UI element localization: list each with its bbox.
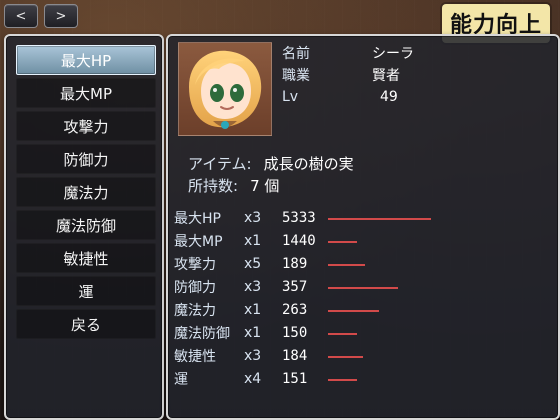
item-summary: アイテム: 成長の樹の実 所持数: 7 個: [188, 152, 538, 196]
stat-bar-fill: [328, 217, 432, 220]
stat-value: 189: [282, 255, 308, 272]
stat-value: 263: [282, 301, 308, 318]
command-label: 攻撃力: [63, 117, 109, 136]
stat-value: 357: [282, 278, 308, 295]
owned-line: 所持数: 7 個: [188, 174, 538, 196]
stat-row-magic-defense: 魔法防御 x1 150: [174, 321, 554, 344]
stat-name: 攻撃力: [174, 256, 216, 273]
stat-multiplier: x4: [244, 370, 262, 387]
stat-bar-fill: [328, 332, 357, 335]
stat-value: 184: [282, 347, 308, 364]
command-defense[interactable]: 防御力: [16, 144, 156, 174]
command-list: 最大HP 最大MP 攻撃力 防御力 魔法力 魔法防御 敏捷性 運 戻る: [16, 42, 156, 341]
stat-bar: [328, 349, 548, 363]
stat-name: 敏捷性: [174, 348, 216, 365]
stat-multiplier: x1: [244, 232, 262, 249]
stat-row-max-mp: 最大MP x1 1440: [174, 229, 554, 252]
command-label: 魔法力: [63, 183, 109, 202]
level-label: Lv: [282, 89, 299, 105]
owned-label: 所持数:: [188, 176, 239, 195]
stat-name: 運: [174, 371, 188, 388]
stat-value: 5333: [282, 209, 316, 226]
command-label: 戻る: [70, 315, 101, 334]
stat-bar-fill: [328, 240, 357, 243]
name-label: 名前: [282, 46, 310, 62]
stat-name: 魔法力: [174, 302, 216, 319]
stat-bar-fill: [328, 286, 399, 289]
stat-bar: [328, 280, 548, 294]
stat-row-magic: 魔法力 x1 263: [174, 298, 554, 321]
nav-arrows: < >: [4, 4, 78, 28]
stat-bar-fill: [328, 355, 364, 358]
level-row: Lv 49: [282, 86, 542, 108]
stat-bar: [328, 303, 548, 317]
stats-list: 最大HP x3 5333 最大MP x1 1440 攻撃力 x5 189 防御力…: [174, 206, 554, 390]
stat-multiplier: x1: [244, 324, 262, 341]
stat-value: 1440: [282, 232, 316, 249]
command-label: 魔法防御: [55, 216, 116, 235]
stat-value: 150: [282, 324, 308, 341]
job-row: 職業 賢者: [282, 64, 542, 86]
stat-multiplier: x3: [244, 278, 262, 295]
character-portrait: [178, 42, 272, 136]
job-label: 職業: [282, 68, 310, 84]
stat-bar: [328, 234, 548, 248]
stat-name: 魔法防御: [174, 325, 230, 342]
command-label: 運: [78, 282, 94, 301]
item-value: 成長の樹の実: [263, 154, 354, 173]
command-agility[interactable]: 敏捷性: [16, 243, 156, 273]
stat-bar: [328, 257, 548, 271]
stat-row-defense: 防御力 x3 357: [174, 275, 554, 298]
stat-multiplier: x3: [244, 347, 262, 364]
command-magic-defense[interactable]: 魔法防御: [16, 210, 156, 240]
prev-arrow-button[interactable]: <: [4, 4, 38, 28]
prev-arrow-icon: <: [15, 8, 27, 24]
command-max-mp[interactable]: 最大MP: [16, 78, 156, 108]
command-label: 最大HP: [60, 51, 112, 70]
command-label: 防御力: [63, 150, 109, 169]
stat-name: 最大HP: [174, 210, 221, 227]
item-label: アイテム:: [188, 154, 252, 173]
command-window: 最大HP 最大MP 攻撃力 防御力 魔法力 魔法防御 敏捷性 運 戻る: [4, 34, 164, 420]
next-arrow-button[interactable]: >: [44, 4, 78, 28]
command-max-hp[interactable]: 最大HP: [16, 45, 156, 75]
stat-name: 最大MP: [174, 233, 223, 250]
stat-row-max-hp: 最大HP x3 5333: [174, 206, 554, 229]
name-value: シーラ: [372, 46, 414, 62]
stat-multiplier: x5: [244, 255, 262, 272]
stat-bar-fill: [328, 263, 366, 266]
name-row: 名前 シーラ: [282, 42, 542, 64]
stat-multiplier: x1: [244, 301, 262, 318]
command-magic[interactable]: 魔法力: [16, 177, 156, 207]
next-arrow-icon: >: [55, 8, 67, 24]
command-label: 敏捷性: [63, 249, 109, 268]
status-window: 名前 シーラ 職業 賢者 Lv 49 アイテム: 成長の樹の実 所持数: 7 個…: [166, 34, 560, 420]
owned-value: 7 個: [250, 176, 280, 195]
job-value: 賢者: [372, 68, 400, 84]
stat-bar: [328, 372, 548, 386]
stat-row-agility: 敏捷性 x3 184: [174, 344, 554, 367]
stat-name: 防御力: [174, 279, 216, 296]
stat-row-attack: 攻撃力 x5 189: [174, 252, 554, 275]
character-info: 名前 シーラ 職業 賢者 Lv 49: [282, 42, 542, 108]
command-attack[interactable]: 攻撃力: [16, 111, 156, 141]
stat-multiplier: x3: [244, 209, 262, 226]
command-luck[interactable]: 運: [16, 276, 156, 306]
stat-value: 151: [282, 370, 308, 387]
level-value: 49: [380, 89, 398, 105]
stat-bar: [328, 326, 548, 340]
stat-bar-fill: [328, 378, 357, 381]
stat-row-luck: 運 x4 151: [174, 367, 554, 390]
stat-bar-fill: [328, 309, 379, 312]
stat-bar: [328, 211, 548, 225]
portrait-image: [189, 50, 262, 129]
command-label: 最大MP: [60, 84, 112, 103]
item-line: アイテム: 成長の樹の実: [188, 152, 538, 174]
command-back[interactable]: 戻る: [16, 309, 156, 339]
